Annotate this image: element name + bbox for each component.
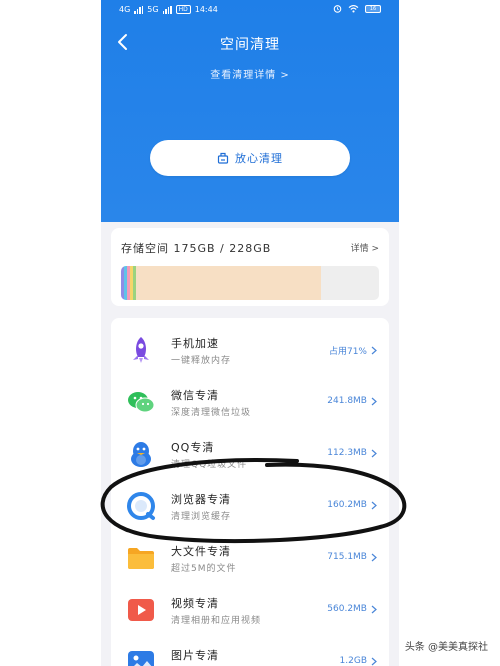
signal-icon-2: [162, 5, 172, 14]
folder-icon: [128, 548, 154, 569]
safe-clean-button[interactable]: 放心清理: [150, 140, 350, 176]
item-subtitle: 一键释放内存: [171, 356, 232, 366]
item-value: 1.2GB: [340, 656, 377, 666]
watermark: 头条 @美美真探社: [404, 642, 488, 653]
item-title: 图片专清: [171, 649, 219, 662]
phone-screen: 4G 5G HD 14:44 16 空间清理 查看清理详情 > 放心清理 存储空…: [101, 0, 399, 666]
wechat-icon: [128, 392, 155, 413]
chevron-right-icon: [371, 657, 377, 665]
page-title: 空间清理: [220, 37, 280, 53]
item-value: 占用71%: [329, 344, 377, 357]
item-title: QQ专清: [171, 441, 215, 454]
battery-icon: 16: [365, 4, 381, 13]
header-area: 4G 5G HD 14:44 16 空间清理 查看清理详情 > 放心清理: [101, 0, 399, 222]
item-subtitle: 超过5M的文件: [171, 564, 237, 574]
item-title: 视频专清: [171, 597, 219, 610]
chevron-right-icon: [371, 501, 377, 509]
browser-icon: [127, 492, 155, 520]
item-subtitle: 清理相册和应用视频: [171, 616, 262, 626]
item-title: 浏览器专清: [171, 493, 231, 506]
item-value: 560.2MB: [327, 604, 377, 614]
video-icon: [128, 599, 154, 621]
chevron-right-icon: [371, 397, 377, 405]
network-4g-label: 4G: [119, 5, 131, 14]
storage-card[interactable]: 存储空间 175GB / 228GB 详情 >: [111, 228, 389, 306]
clean-options-list: 手机加速 一键释放内存 占用71% 微信专清 深度清理微信垃圾 241.8MB …: [111, 318, 389, 666]
chevron-right-icon: [371, 346, 377, 355]
list-item-browser-clean[interactable]: 浏览器专清 清理浏览缓存 160.2MB: [111, 480, 389, 532]
rocket-icon: [133, 337, 149, 363]
broom-icon: [217, 152, 229, 164]
status-time: 14:44: [194, 5, 218, 14]
image-icon: [128, 651, 154, 666]
list-item-phone-boost[interactable]: 手机加速 一键释放内存 占用71%: [111, 324, 389, 376]
storage-label: 存储空间 175GB / 228GB: [121, 242, 272, 255]
hd-badge: HD: [175, 5, 191, 14]
item-value: 241.8MB: [327, 396, 377, 406]
item-value: 160.2MB: [327, 500, 377, 510]
item-title: 微信专清: [171, 389, 219, 402]
list-item-wechat-clean[interactable]: 微信专清 深度清理微信垃圾 241.8MB: [111, 376, 389, 428]
network-5g-label: 5G: [147, 5, 159, 14]
item-title: 手机加速: [171, 337, 219, 350]
wifi-icon: [348, 4, 359, 13]
item-value: 112.3MB: [327, 448, 377, 458]
signal-icon: [134, 5, 144, 14]
chevron-right-icon: [371, 605, 377, 613]
view-clean-details-link[interactable]: 查看清理详情 >: [101, 66, 399, 81]
chevron-right-icon: [371, 553, 377, 561]
item-title: 大文件专清: [171, 545, 231, 558]
item-subtitle: 清理QQ垃圾文件: [171, 460, 248, 470]
safe-clean-label: 放心清理: [235, 152, 283, 165]
qq-penguin-icon: [131, 442, 151, 467]
item-subtitle: 清理浏览缓存: [171, 512, 232, 522]
item-subtitle: 深度清理微信垃圾: [171, 408, 252, 418]
item-value: 715.1MB: [327, 552, 377, 562]
alarm-icon: [333, 5, 342, 13]
list-item-qq-clean[interactable]: QQ专清 清理QQ垃圾文件 112.3MB: [111, 428, 389, 480]
status-bar: 4G 5G HD 14:44 16: [101, 0, 399, 22]
list-item-image-clean[interactable]: 图片专清 1.2GB: [111, 636, 389, 666]
list-item-video-clean[interactable]: 视频专清 清理相册和应用视频 560.2MB: [111, 584, 389, 636]
chevron-right-icon: [371, 449, 377, 457]
storage-segment: [136, 266, 321, 300]
storage-usage-bar: [121, 266, 379, 300]
storage-detail-link[interactable]: 详情 >: [351, 241, 379, 254]
list-item-large-file-clean[interactable]: 大文件专清 超过5M的文件 715.1MB: [111, 532, 389, 584]
